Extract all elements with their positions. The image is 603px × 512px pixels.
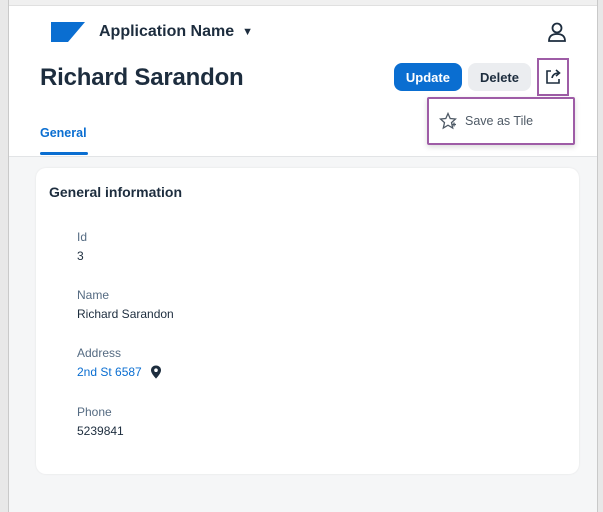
field-id: Id 3 — [77, 230, 87, 263]
app-frame: Application Name ▼ Richard Sarandon Upda… — [8, 0, 598, 512]
tab-general[interactable]: General — [40, 126, 87, 140]
user-icon[interactable] — [545, 20, 569, 44]
save-as-tile-label: Save as Tile — [465, 114, 534, 128]
field-name: Name Richard Sarandon — [77, 288, 174, 321]
caret-down-icon: ▼ — [242, 26, 254, 38]
field-label: Phone — [77, 405, 112, 419]
field-value: 5239841 — [77, 424, 124, 438]
page-title: Richard Sarandon — [40, 64, 244, 91]
logo-icon[interactable] — [51, 22, 85, 42]
field-address: Address 2nd St 6587 — [77, 346, 162, 379]
field-label: Id — [77, 230, 88, 244]
update-button[interactable]: Update — [393, 63, 462, 91]
share-icon — [546, 69, 561, 84]
top-strip — [9, 0, 597, 6]
field-label: Name — [77, 288, 110, 302]
star-add-icon — [439, 112, 457, 130]
header-actions: Update Delete — [393, 58, 569, 96]
address-value[interactable]: 2nd St 6587 — [77, 365, 142, 379]
field-phone: Phone 5239841 — [77, 405, 124, 438]
share-menu-item-save-as-tile[interactable]: Save as Tile — [427, 97, 575, 145]
field-value: 3 — [77, 249, 84, 263]
card-title: General information — [49, 184, 183, 200]
field-label: Address — [77, 346, 122, 360]
general-information-card: General information Id 3 Name Richard Sa… — [36, 168, 579, 474]
field-value: Richard Sarandon — [77, 307, 174, 321]
app-name-label: Application Name — [99, 23, 235, 40]
app-name-menu[interactable]: Application Name ▼ — [99, 23, 253, 41]
shell-bar: Application Name ▼ — [9, 10, 597, 54]
address-link[interactable]: 2nd St 6587 — [77, 365, 162, 379]
tab-selected-indicator — [40, 152, 88, 155]
map-pin-icon[interactable] — [150, 365, 162, 379]
delete-button[interactable]: Delete — [467, 63, 531, 91]
share-button[interactable] — [537, 58, 569, 96]
